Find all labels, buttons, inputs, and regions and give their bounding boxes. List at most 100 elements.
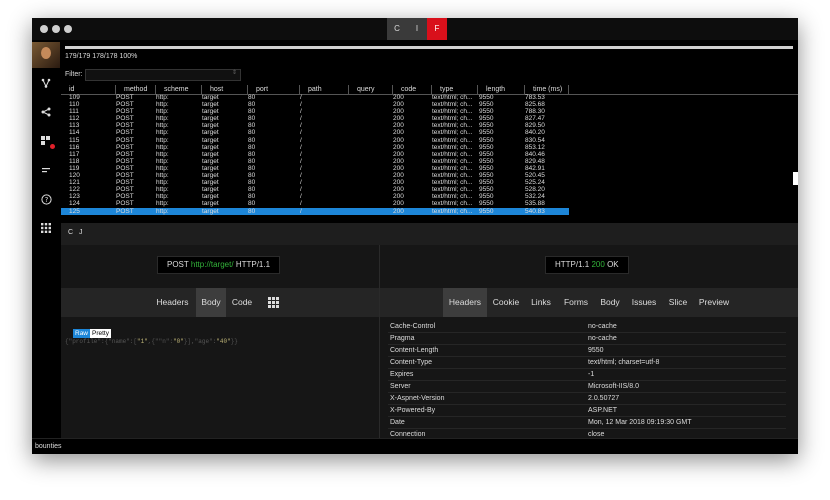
table-cell: POST [116, 193, 134, 201]
column-header[interactable]: method [124, 85, 147, 94]
share-icon[interactable] [32, 107, 60, 120]
request-tab-body[interactable]: Body [196, 288, 226, 317]
column-divider[interactable] [477, 85, 478, 94]
table-row[interactable]: 112 POST http: target 80 / 200 text/html; ch...… [61, 115, 798, 122]
table-row[interactable]: 125 POST http: target 80 / 200 text/html; ch...… [61, 207, 569, 215]
mode-i-button[interactable]: I [407, 18, 427, 40]
column-header[interactable]: scheme [164, 85, 189, 94]
table-cell: 200 [393, 186, 404, 194]
window-minimize-button[interactable] [52, 25, 60, 33]
action-c-button[interactable]: C [68, 229, 73, 236]
avatar[interactable] [32, 42, 60, 68]
column-divider[interactable] [348, 85, 349, 94]
table-cell: 9550 [479, 172, 494, 180]
column-header[interactable]: id [69, 85, 74, 94]
scrollbar-thumb[interactable] [793, 172, 798, 185]
table-cell: target [202, 172, 219, 180]
column-header[interactable]: type [440, 85, 453, 94]
table-cell: 80 [248, 129, 256, 137]
table-cell: target [202, 115, 219, 123]
table-cell: http: [156, 136, 169, 144]
column-header[interactable]: host [210, 85, 223, 94]
apps-grid-icon[interactable] [32, 223, 60, 236]
list-icon[interactable] [32, 165, 60, 178]
table-row[interactable]: 119 POST http: target 80 / 200 text/html; ch...… [61, 165, 798, 172]
table-cell: / [300, 108, 302, 116]
column-divider[interactable] [431, 85, 432, 94]
column-divider[interactable] [299, 85, 300, 94]
table-row[interactable]: 117 POST http: target 80 / 200 text/html; ch...… [61, 151, 798, 158]
help-icon[interactable]: ? [32, 194, 60, 208]
table-cell: 520.45 [525, 172, 545, 180]
column-header[interactable]: query [357, 85, 375, 94]
response-tab-links[interactable]: Links [526, 288, 556, 317]
grid-view-icon[interactable] [268, 297, 279, 308]
response-tab-issues[interactable]: Issues [627, 288, 661, 317]
dashboard-icon[interactable] [32, 136, 60, 149]
column-divider[interactable] [392, 85, 393, 94]
column-header[interactable]: path [308, 85, 322, 94]
request-pane: POST http://target/ HTTP/1.1 Headers Bod… [61, 245, 379, 438]
response-tab-body[interactable]: Body [595, 288, 625, 317]
table-cell: 80 [248, 108, 256, 116]
column-divider[interactable] [524, 85, 525, 94]
response-tab-preview[interactable]: Preview [695, 288, 733, 317]
table-row[interactable]: 121 POST http: target 80 / 200 text/html; ch...… [61, 179, 798, 186]
response-status-code: 200 [591, 260, 605, 269]
table-row[interactable]: 110 POST http: target 80 / 200 text/html; ch...… [61, 101, 798, 108]
column-divider[interactable] [201, 85, 202, 94]
table-row[interactable]: 109 POST http: target 80 / 200 text/html; ch...… [61, 94, 798, 101]
table-row[interactable]: 122 POST http: target 80 / 200 text/html; ch...… [61, 186, 798, 193]
table-row[interactable]: 124 POST http: target 80 / 200 text/html; ch...… [61, 200, 798, 207]
raw-button[interactable]: Raw [73, 329, 91, 338]
status-bar: bounties [32, 438, 798, 454]
header-name: Date [390, 419, 405, 426]
status-text: bounties [35, 443, 62, 450]
header-row: Content-Length 9550 [388, 345, 786, 357]
column-header[interactable]: code [401, 85, 416, 94]
filter-input[interactable] [85, 69, 241, 81]
column-divider[interactable] [115, 85, 116, 94]
column-divider[interactable] [155, 85, 156, 94]
request-body: {"profile":{"name":["1",{""n":"0"}],"age… [65, 338, 238, 345]
column-header[interactable]: port [256, 85, 268, 94]
table-cell: text/html; ch... [432, 179, 473, 187]
response-headers-table: Cache-Control no-cache Pragma no-cache Conte… [388, 321, 786, 441]
column-divider[interactable] [247, 85, 248, 94]
pretty-button[interactable]: Pretty [90, 329, 111, 338]
header-row: Date Mon, 12 Mar 2018 09:19:30 GMT [388, 417, 786, 429]
response-tab-headers[interactable]: Headers [443, 288, 487, 317]
table-cell: text/html; ch... [432, 122, 473, 130]
header-value: -1 [588, 371, 595, 378]
window-zoom-button[interactable] [64, 25, 72, 33]
svg-text:?: ? [44, 196, 48, 204]
table-row[interactable]: 118 POST http: target 80 / 200 text/html; ch...… [61, 158, 798, 165]
table-row[interactable]: 115 POST http: target 80 / 200 text/html; ch...… [61, 137, 798, 144]
column-header[interactable]: time (ms) [533, 85, 562, 94]
table-row[interactable]: 123 POST http: target 80 / 200 text/html; ch...… [61, 193, 798, 200]
table-cell: text/html; ch... [432, 129, 473, 137]
request-tab-code[interactable]: Code [229, 288, 255, 317]
filter-dropdown-icon[interactable]: ⇕ [232, 69, 237, 76]
mode-f-button[interactable]: F [427, 18, 447, 40]
table-cell: 9550 [479, 136, 494, 144]
request-line: POST http://target/ HTTP/1.1 [157, 256, 281, 274]
table-cell: / [300, 172, 302, 180]
column-header[interactable]: length [486, 85, 505, 94]
fork-icon[interactable] [32, 78, 60, 91]
column-divider[interactable] [568, 85, 569, 94]
request-tab-headers[interactable]: Headers [152, 288, 193, 317]
table-row[interactable]: 120 POST http: target 80 / 200 text/html; ch...… [61, 172, 798, 179]
header-name: Content-Length [390, 347, 439, 354]
response-tab-cookie[interactable]: Cookie [489, 288, 523, 317]
response-tab-slice[interactable]: Slice [663, 288, 693, 317]
table-row[interactable]: 113 POST http: target 80 / 200 text/html; ch...… [61, 122, 798, 129]
table-row[interactable]: 111 POST http: target 80 / 200 text/html; ch...… [61, 108, 798, 115]
window-close-button[interactable] [40, 25, 48, 33]
table-row[interactable]: 114 POST http: target 80 / 200 text/html; ch...… [61, 129, 798, 136]
action-j-button[interactable]: J [79, 229, 83, 236]
response-tab-forms[interactable]: Forms [559, 288, 593, 317]
mode-c-button[interactable]: C [387, 18, 407, 40]
table-cell: 827.47 [525, 115, 545, 123]
table-row[interactable]: 116 POST http: target 80 / 200 text/html; ch...… [61, 144, 798, 151]
